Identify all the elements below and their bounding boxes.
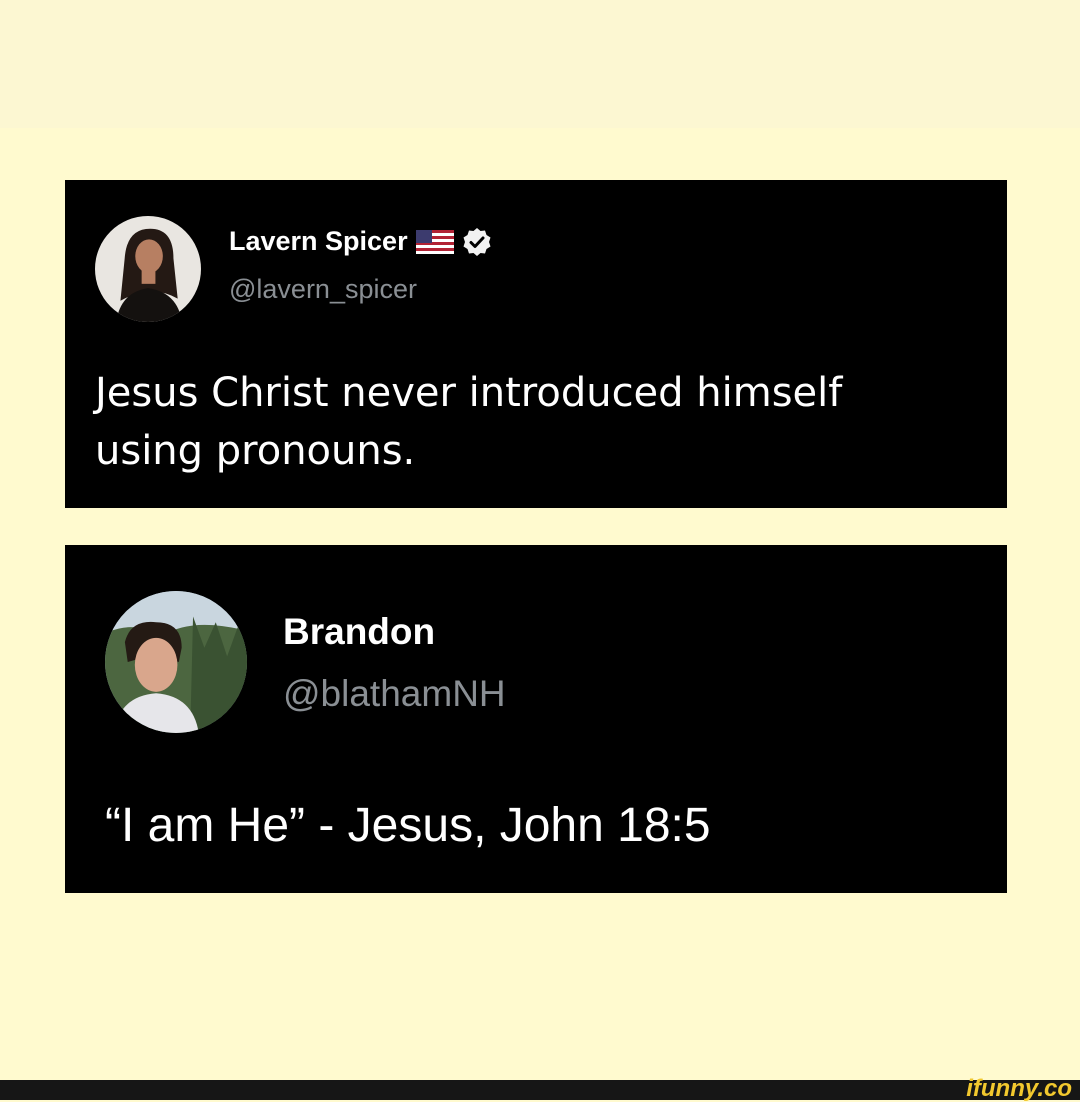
reply-card: Brandon @blathamNH “I am He” - Jesus, Jo… (65, 545, 1007, 893)
display-name[interactable]: Brandon (283, 611, 435, 653)
top-band (0, 0, 1080, 128)
avatar[interactable] (105, 591, 247, 733)
author-handle[interactable]: @lavern_spicer (229, 274, 417, 305)
reply-text: “I am He” - Jesus, John 18:5 (105, 799, 711, 852)
display-name[interactable]: Lavern Spicer (229, 226, 408, 257)
watermark-bar (0, 1080, 1080, 1100)
author-name-row: Brandon (283, 611, 435, 653)
tweet-text: Jesus Christ never introduced himself us… (95, 370, 843, 474)
us-flag-icon (415, 229, 454, 254)
author-handle[interactable]: @blathamNH (283, 673, 506, 715)
author-name-row: Lavern Spicer (229, 226, 492, 257)
avatar[interactable] (95, 216, 201, 322)
watermark-logo: ifunny.co (966, 1075, 1072, 1102)
tweet-card: Lavern Spicer @lavern_spicer Jesus Chris… (65, 180, 1007, 508)
verified-badge-icon (462, 227, 492, 257)
